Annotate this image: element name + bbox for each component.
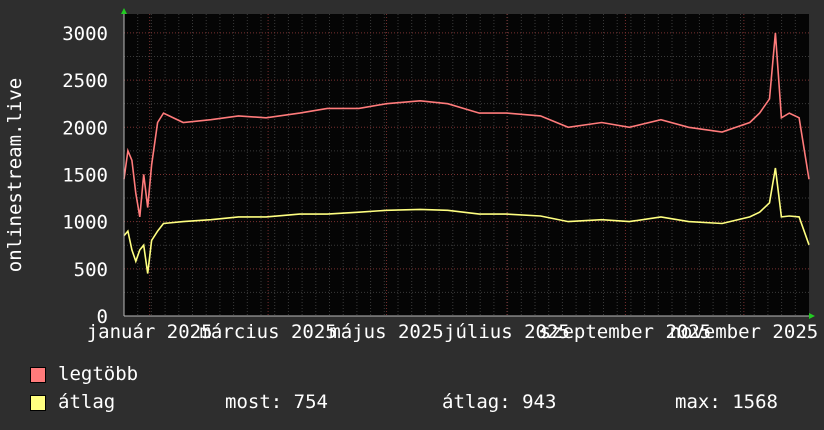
- y-tick-label: 1000: [62, 212, 108, 234]
- y-axis-title: onlinestream.live: [4, 78, 26, 272]
- x-tick-label: március 2025: [199, 321, 336, 343]
- stat-max-value: 1568: [732, 391, 778, 413]
- y-tick-label: 500: [74, 259, 108, 281]
- x-tick-label: január 2025: [87, 321, 213, 343]
- stat-avg-value: 943: [522, 391, 557, 413]
- y-axis-arrow: [121, 8, 127, 14]
- legend-swatch-max: [30, 367, 46, 383]
- y-tick-label: 2500: [62, 70, 108, 92]
- stat-now-label: most:: [225, 391, 283, 413]
- x-tick-label: május 2025: [329, 321, 443, 343]
- stat-max-label: max:: [675, 391, 721, 413]
- x-axis-arrow: [809, 313, 815, 319]
- legend-item-avg: átlag most: 754 átlag: 943 max: 1568: [30, 391, 824, 413]
- y-tick-label: 1500: [62, 164, 108, 186]
- stat-now: most: 754: [225, 391, 328, 413]
- legend-label-max: legtöbb: [58, 363, 139, 385]
- stat-avg: átlag: 943: [442, 391, 556, 413]
- y-tick-label: 3000: [62, 23, 108, 45]
- stat-avg-label: átlag:: [442, 391, 511, 413]
- x-tick-label: november 2025: [669, 321, 818, 343]
- y-tick-label: 2000: [62, 117, 108, 139]
- chart-panel: 0 500 1000 1500 2000 2500 3000 január 2025 márci…: [0, 0, 824, 430]
- legend-label-avg: átlag: [58, 391, 116, 413]
- legend-swatch-avg: [30, 395, 46, 411]
- stat-max: max: 1568: [675, 391, 778, 413]
- stat-now-value: 754: [293, 391, 328, 413]
